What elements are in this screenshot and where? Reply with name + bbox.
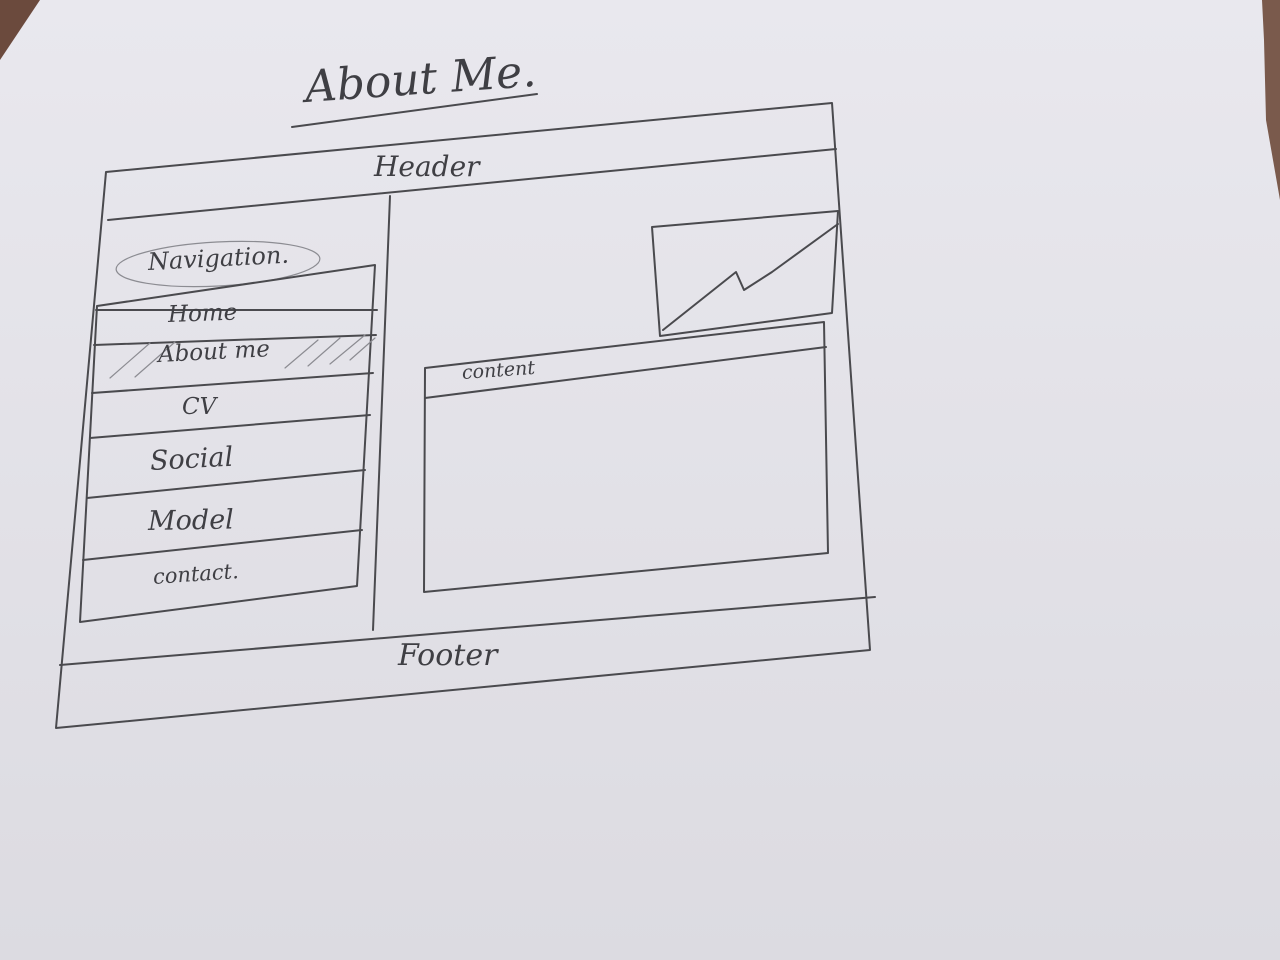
header-label: Header bbox=[374, 150, 480, 183]
outer-frame bbox=[55, 102, 871, 729]
nav-item-social[interactable]: Social bbox=[149, 442, 234, 477]
nav-item-home[interactable]: Home bbox=[168, 300, 238, 328]
nav-item-cv[interactable]: CV bbox=[182, 394, 216, 420]
nav-row-line-4 bbox=[89, 414, 371, 439]
wireframe-sketch bbox=[55, 93, 876, 729]
nav-item-model[interactable]: Model bbox=[148, 505, 234, 537]
nav-row-line-3 bbox=[91, 372, 374, 394]
line-chart-icon bbox=[662, 223, 839, 331]
sidebar-divider bbox=[372, 195, 391, 631]
nav-row-line-5 bbox=[86, 469, 366, 499]
footer-label: Footer bbox=[398, 638, 498, 673]
